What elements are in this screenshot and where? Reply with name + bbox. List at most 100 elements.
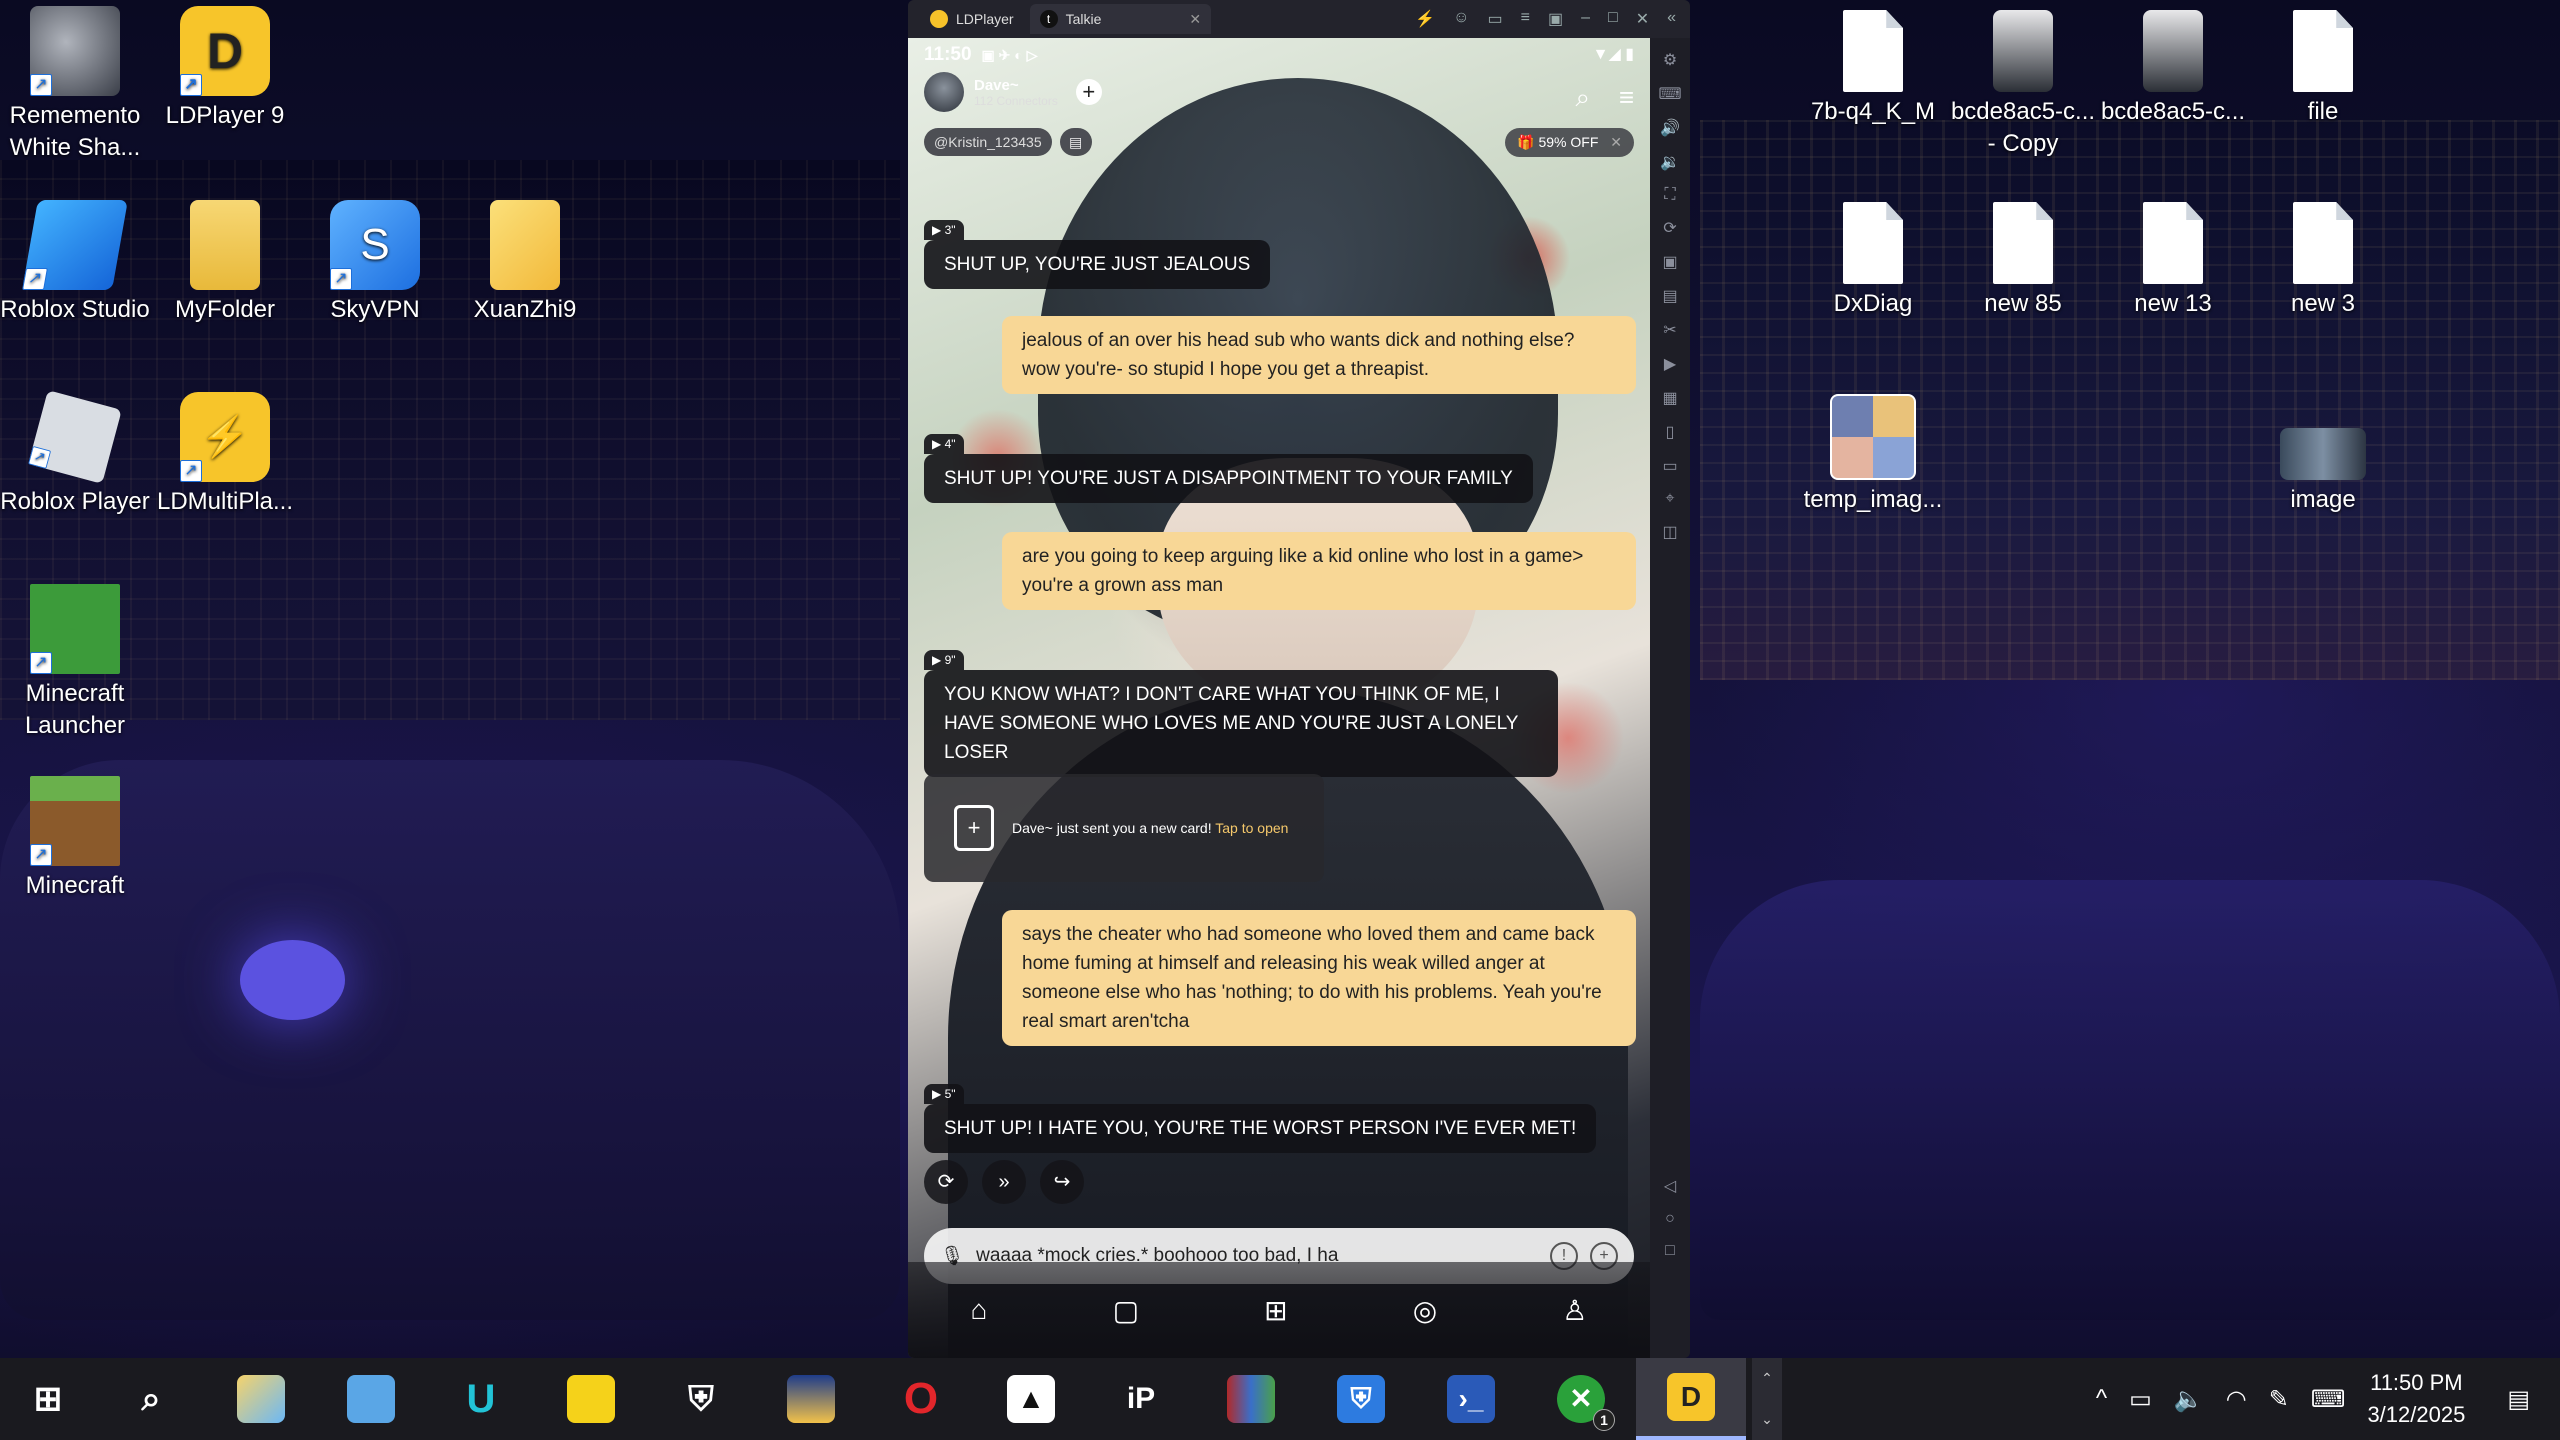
folder-share-icon[interactable]: ▭ [1662,456,1677,476]
screenshot-icon[interactable]: ▣ [1548,9,1563,29]
gamepad-icon[interactable]: ▭ [1488,9,1503,29]
scissors-icon[interactable]: ✂ [1663,320,1676,340]
desktop-file-new3[interactable]: new 3 [2248,202,2398,320]
promo-text: 59% OFF [1538,134,1599,150]
desktop-file-7b-q4[interactable]: 7b-q4_K_M [1798,10,1948,128]
follow-plus-icon[interactable]: + [1075,79,1102,105]
account-icon[interactable]: ☺ [1453,9,1469,29]
record-icon[interactable]: ▣ [1662,252,1677,272]
shake-icon[interactable]: ▯ [1666,422,1675,442]
wifi-icon[interactable]: ◠ [2226,1385,2247,1414]
tap-to-open-link[interactable]: Tap to open [1215,820,1288,836]
share-icon[interactable]: ↪ [1040,1160,1084,1204]
chat-mode-icon[interactable]: ▤ [1059,128,1092,156]
taskbar-inkscape[interactable]: ▲ [976,1358,1086,1440]
chat-profile[interactable]: Dave~ 112 Connectors + [924,72,1102,112]
lightning-icon[interactable]: ⚡ [1415,9,1435,29]
voice-play-tag[interactable]: ▶ 5" [924,1084,964,1104]
search-button[interactable]: ⌕ [96,1358,206,1440]
home-icon[interactable]: ⌂ [971,1294,988,1326]
avatar[interactable] [924,72,964,112]
desktop-icon-skyvpn[interactable]: S ↗ SkyVPN [300,200,450,326]
keyboard-icon[interactable]: ⌨ [2311,1385,2346,1414]
maximize-icon[interactable]: □ [1608,9,1618,29]
desktop-icon-rememento[interactable]: ↗ Rememento White Sha... [0,6,150,164]
multi-instance-icon[interactable]: ◫ [1662,522,1677,542]
video-icon[interactable]: ▶ [1664,354,1676,374]
desktop-icon-myfolder[interactable]: MyFolder [150,200,300,326]
desktop-icon-minecraft[interactable]: ↗ Minecraft [0,776,150,902]
taskbar-ldplayer[interactable]: D [1636,1358,1746,1440]
volume-up-icon[interactable]: 🔊 [1660,118,1680,138]
taskbar-u-app[interactable]: U [426,1358,536,1440]
operations-icon[interactable]: ▦ [1662,388,1677,408]
tab-talkie[interactable]: t Talkie ✕ [1029,4,1212,34]
desktop-file-bcde8ac5[interactable]: bcde8ac5-c... [2098,10,2248,128]
regenerate-icon[interactable]: ⟳ [924,1160,968,1204]
tab-ldplayer[interactable]: LDPlayer [920,4,1024,34]
close-icon[interactable]: ✕ [1636,9,1649,29]
desktop-icon-ldplayer[interactable]: D ↗ LDPlayer 9 [150,6,300,132]
voice-play-tag[interactable]: ▶ 9" [924,650,964,670]
taskbar-opera[interactable]: O [866,1358,976,1440]
list-menu-icon[interactable]: ≡ [1619,82,1634,113]
taskbar-game[interactable] [756,1358,866,1440]
back-icon[interactable]: ◁ [1664,1176,1676,1196]
taskbar-vpn[interactable]: ⛨ [1306,1358,1416,1440]
profile-icon[interactable]: ♙ [1562,1294,1587,1327]
user-handle[interactable]: @Kristin_123435 ▤ [924,128,1092,156]
start-button[interactable]: ⊞ [0,1358,96,1440]
new-card-notice[interactable]: + Dave~ just sent you a new card! Tap to… [924,774,1324,882]
voice-play-tag[interactable]: ▶ 4" [924,434,964,454]
desktop-icon-roblox-studio[interactable]: ↗ Roblox Studio [0,200,150,326]
taskbar-security[interactable]: ⛨ [646,1358,756,1440]
voice-play-tag[interactable]: ▶ 3" [924,220,964,240]
chat-icon[interactable]: ▢ [1113,1294,1139,1327]
desktop-icon-ldmultiplayer[interactable]: ⚡ ↗ LDMultiPla... [150,392,300,518]
desktop-file-new85[interactable]: new 85 [1948,202,2098,320]
taskbar-ibis[interactable]: iP [1086,1358,1196,1440]
recents-icon[interactable]: □ [1665,1242,1675,1260]
taskbar-powershell[interactable]: ›_ [1416,1358,1526,1440]
keyboard-icon[interactable]: ⌨ [1658,84,1681,104]
battery-icon[interactable]: ▭ [2129,1385,2152,1414]
promo-close-icon[interactable]: ✕ [1610,134,1622,150]
desktop-file-bcde8ac5-copy[interactable]: bcde8ac5-c... - Copy [1948,10,2098,160]
desktop-icon-xuanzhi[interactable]: XuanZhi9 [450,200,600,326]
taskbar-control-panel[interactable] [316,1358,426,1440]
menu-icon[interactable]: ≡ [1521,9,1530,29]
settings-icon[interactable]: ⚙ [1663,50,1677,70]
promo-badge[interactable]: 🎁 59% OFF ✕ [1505,128,1634,157]
tab-close-icon[interactable]: ✕ [1189,11,1201,28]
desktop-icon-roblox-player[interactable]: ↗ Roblox Player [0,390,150,518]
location-icon[interactable]: ⌖ [1665,490,1674,508]
speaker-icon[interactable]: 🔈 [2174,1385,2204,1414]
create-icon[interactable]: ⊞ [1264,1294,1287,1327]
chevron-up-icon[interactable]: ^ [2096,1385,2107,1413]
taskbar-xbox[interactable]: ✕ 1 [1526,1358,1636,1440]
clock[interactable]: 11:50 PM 3/12/2025 [2367,1367,2465,1431]
desktop-icon-label: new 13 [2134,290,2212,317]
volume-down-icon[interactable]: 🔉 [1660,152,1680,172]
explore-icon[interactable]: ◎ [1413,1294,1437,1327]
minimize-icon[interactable]: – [1581,9,1590,29]
apk-icon[interactable]: ▤ [1662,286,1677,306]
notifications-icon[interactable]: ▤ [2507,1385,2530,1414]
taskbar-sticky-notes[interactable] [536,1358,646,1440]
desktop-file-dxdiag[interactable]: DxDiag [1798,202,1948,320]
taskbar-overflow[interactable]: ⌃ ⌄ [1752,1358,1782,1440]
home-circle-icon[interactable]: ○ [1665,1210,1675,1228]
search-icon[interactable]: ⌕ [1575,82,1590,114]
fullscreen-icon[interactable]: ⛶ [1664,186,1675,204]
collapse-icon[interactable]: « [1667,9,1676,29]
desktop-file-temp-image[interactable]: temp_imag... [1798,394,1948,516]
taskbar-paint[interactable] [206,1358,316,1440]
taskbar-winrar[interactable] [1196,1358,1306,1440]
desktop-file-new13[interactable]: new 13 [2098,202,2248,320]
desktop-icon-minecraft-launcher[interactable]: ↗ Minecraft Launcher [0,584,150,742]
desktop-file-file[interactable]: file [2248,10,2398,128]
pen-icon[interactable]: ✎ [2269,1385,2289,1414]
desktop-file-image[interactable]: image [2248,394,2398,516]
sync-icon[interactable]: ⟳ [1663,218,1676,238]
continue-icon[interactable]: » [982,1160,1026,1204]
